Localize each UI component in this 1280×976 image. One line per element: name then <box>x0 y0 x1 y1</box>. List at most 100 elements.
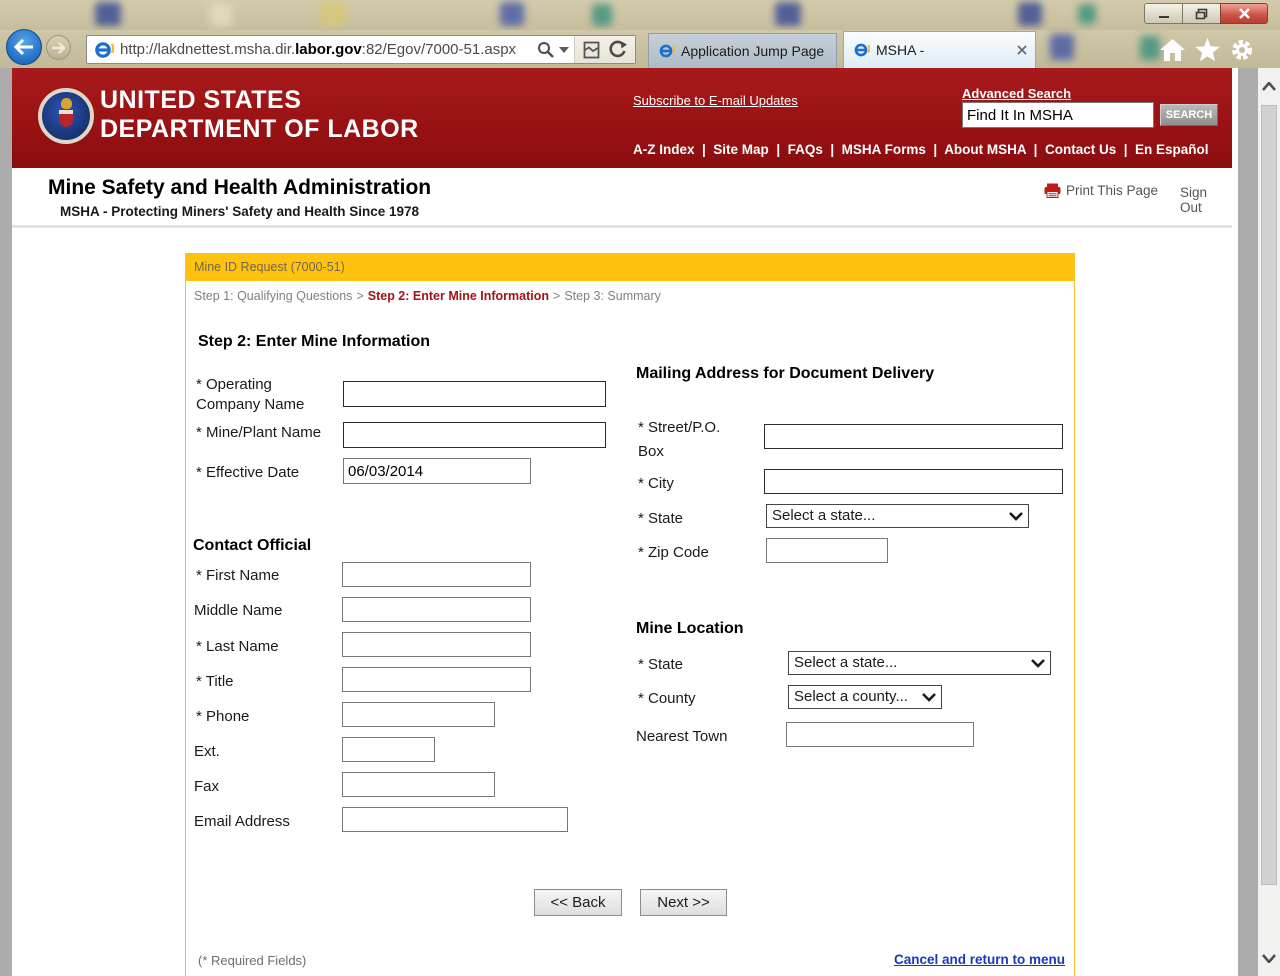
required-fields-note: (* Required Fields) <box>198 953 306 968</box>
nearest-town-label: Nearest Town <box>636 727 727 747</box>
mine-plant-input[interactable] <box>343 422 606 448</box>
url-domain: labor.gov <box>295 41 362 58</box>
desktop-icon-blur <box>592 4 612 26</box>
desktop-icon-blur <box>1078 4 1096 24</box>
phone-label: * Phone <box>196 707 249 727</box>
msha-search-input[interactable] <box>962 102 1154 128</box>
print-this-page-link[interactable]: Print This Page <box>1044 183 1158 198</box>
tab-application-jump-page[interactable]: Application Jump Page <box>648 33 837 68</box>
window-frame-right <box>1238 68 1258 976</box>
county-select[interactable]: Select a county... <box>788 685 942 709</box>
scroll-down-button[interactable] <box>1258 944 1280 972</box>
ext-input[interactable] <box>342 737 435 762</box>
seal-shield <box>59 110 73 127</box>
refresh-icon[interactable] <box>608 40 627 59</box>
location-state-label: * State <box>638 655 683 675</box>
close-icon <box>1017 45 1027 55</box>
mailing-state-select[interactable]: Select a state... <box>766 504 1029 528</box>
nav-about-msha[interactable]: About MSHA <box>944 142 1045 157</box>
mailing-address-heading: Mailing Address for Document Delivery <box>636 365 934 383</box>
nav-en-espanol[interactable]: En Español <box>1135 142 1209 157</box>
compatibility-view-icon[interactable] <box>583 41 600 59</box>
chevron-down-icon <box>1262 954 1276 963</box>
last-name-label: * Last Name <box>196 637 279 657</box>
nav-site-map[interactable]: Site Map <box>713 142 787 157</box>
scrollbar-thumb[interactable] <box>1261 105 1277 885</box>
desktop-icon-blur <box>1050 34 1074 60</box>
forward-button[interactable] <box>46 35 71 60</box>
breadcrumb-separator: > <box>352 289 367 303</box>
favorites-star-icon[interactable] <box>1195 38 1220 62</box>
effective-date-input[interactable] <box>343 458 531 484</box>
contact-official-heading: Contact Official <box>193 537 311 555</box>
nearest-town-input[interactable] <box>786 722 974 747</box>
nav-faqs[interactable]: FAQs <box>788 142 842 157</box>
city-input[interactable] <box>764 469 1063 494</box>
mine-location-heading: Mine Location <box>636 620 744 638</box>
email-input[interactable] <box>342 807 568 832</box>
phone-input[interactable] <box>342 702 495 727</box>
tab-close-button[interactable] <box>1017 42 1027 58</box>
nav-contact-us[interactable]: Contact Us <box>1045 142 1135 157</box>
scroll-up-button[interactable] <box>1258 72 1280 100</box>
address-bar[interactable]: http://lakdnettest.msha.dir.labor.gov:82… <box>86 35 636 64</box>
next-step-button[interactable]: Next >> <box>640 889 727 916</box>
back-arrow-icon <box>14 39 34 55</box>
home-icon[interactable] <box>1160 39 1185 61</box>
breadcrumb-step1[interactable]: Step 1: Qualifying Questions <box>194 289 352 303</box>
search-dropdown-zone[interactable] <box>532 41 574 58</box>
title-label: * Title <box>196 672 234 692</box>
tab-msha[interactable]: MSHA - <box>843 31 1036 68</box>
sign-out-link[interactable]: Sign Out <box>1180 185 1232 215</box>
effective-date-label: * Effective Date <box>196 463 299 483</box>
city-label: * City <box>638 474 674 494</box>
middle-name-input[interactable] <box>342 597 531 622</box>
desktop-icon-blur <box>1140 36 1160 60</box>
back-button[interactable] <box>6 29 42 65</box>
street-input[interactable] <box>764 424 1063 449</box>
msha-subheader: Mine Safety and Health Administration MS… <box>12 168 1232 228</box>
desktop-icon-blur <box>320 2 346 26</box>
cancel-return-link[interactable]: Cancel and return to menu <box>894 952 1065 967</box>
title-input[interactable] <box>342 667 531 692</box>
desktop-icon-blur <box>95 2 121 26</box>
search-button[interactable]: SEARCH <box>1160 104 1218 126</box>
chevron-down-icon <box>559 47 569 53</box>
minimize-button[interactable] <box>1144 3 1182 24</box>
ie-icon <box>657 42 675 60</box>
county-label: * County <box>638 689 696 709</box>
web-page: UNITED STATES DEPARTMENT OF LABOR Subscr… <box>12 68 1238 976</box>
chevron-down-icon <box>1031 659 1045 668</box>
tab-label: Application Jump Page <box>681 43 824 59</box>
fax-input[interactable] <box>342 772 495 797</box>
subscribe-link[interactable]: Subscribe to E-mail Updates <box>633 93 798 108</box>
advanced-search-link[interactable]: Advanced Search <box>962 86 1071 101</box>
zip-input[interactable] <box>766 538 888 563</box>
first-name-input[interactable] <box>342 562 531 587</box>
back-step-button[interactable]: << Back <box>534 889 622 916</box>
url-text[interactable]: http://lakdnettest.msha.dir.labor.gov:82… <box>120 41 532 58</box>
location-state-value: Select a state... <box>794 654 897 671</box>
restore-button[interactable] <box>1182 3 1220 24</box>
desktop-icon-blur <box>1018 2 1042 26</box>
window-frame-left <box>0 68 12 976</box>
last-name-input[interactable] <box>342 632 531 657</box>
ie-icon <box>852 41 870 59</box>
nav-az-index[interactable]: A-Z Index <box>633 142 713 157</box>
settings-gear-icon[interactable] <box>1230 38 1254 62</box>
vertical-scrollbar[interactable] <box>1258 68 1280 976</box>
location-state-select[interactable]: Select a state... <box>788 651 1051 675</box>
chevron-down-icon <box>1009 512 1023 521</box>
agency-line1: UNITED STATES <box>100 86 419 115</box>
print-link-label: Print This Page <box>1066 183 1158 198</box>
middle-name-label: Middle Name <box>194 601 282 621</box>
close-button[interactable] <box>1220 3 1268 24</box>
mine-id-request-panel: Mine ID Request (7000-51) Step 1: Qualif… <box>185 253 1075 976</box>
mine-plant-label: * Mine/Plant Name <box>196 423 346 443</box>
nav-msha-forms[interactable]: MSHA Forms <box>842 142 945 157</box>
breadcrumb-separator: > <box>549 289 564 303</box>
window-title-bar <box>0 0 1280 30</box>
desktop-icon-blur <box>500 2 524 26</box>
operating-company-input[interactable] <box>343 381 606 407</box>
fax-label: Fax <box>194 777 219 797</box>
